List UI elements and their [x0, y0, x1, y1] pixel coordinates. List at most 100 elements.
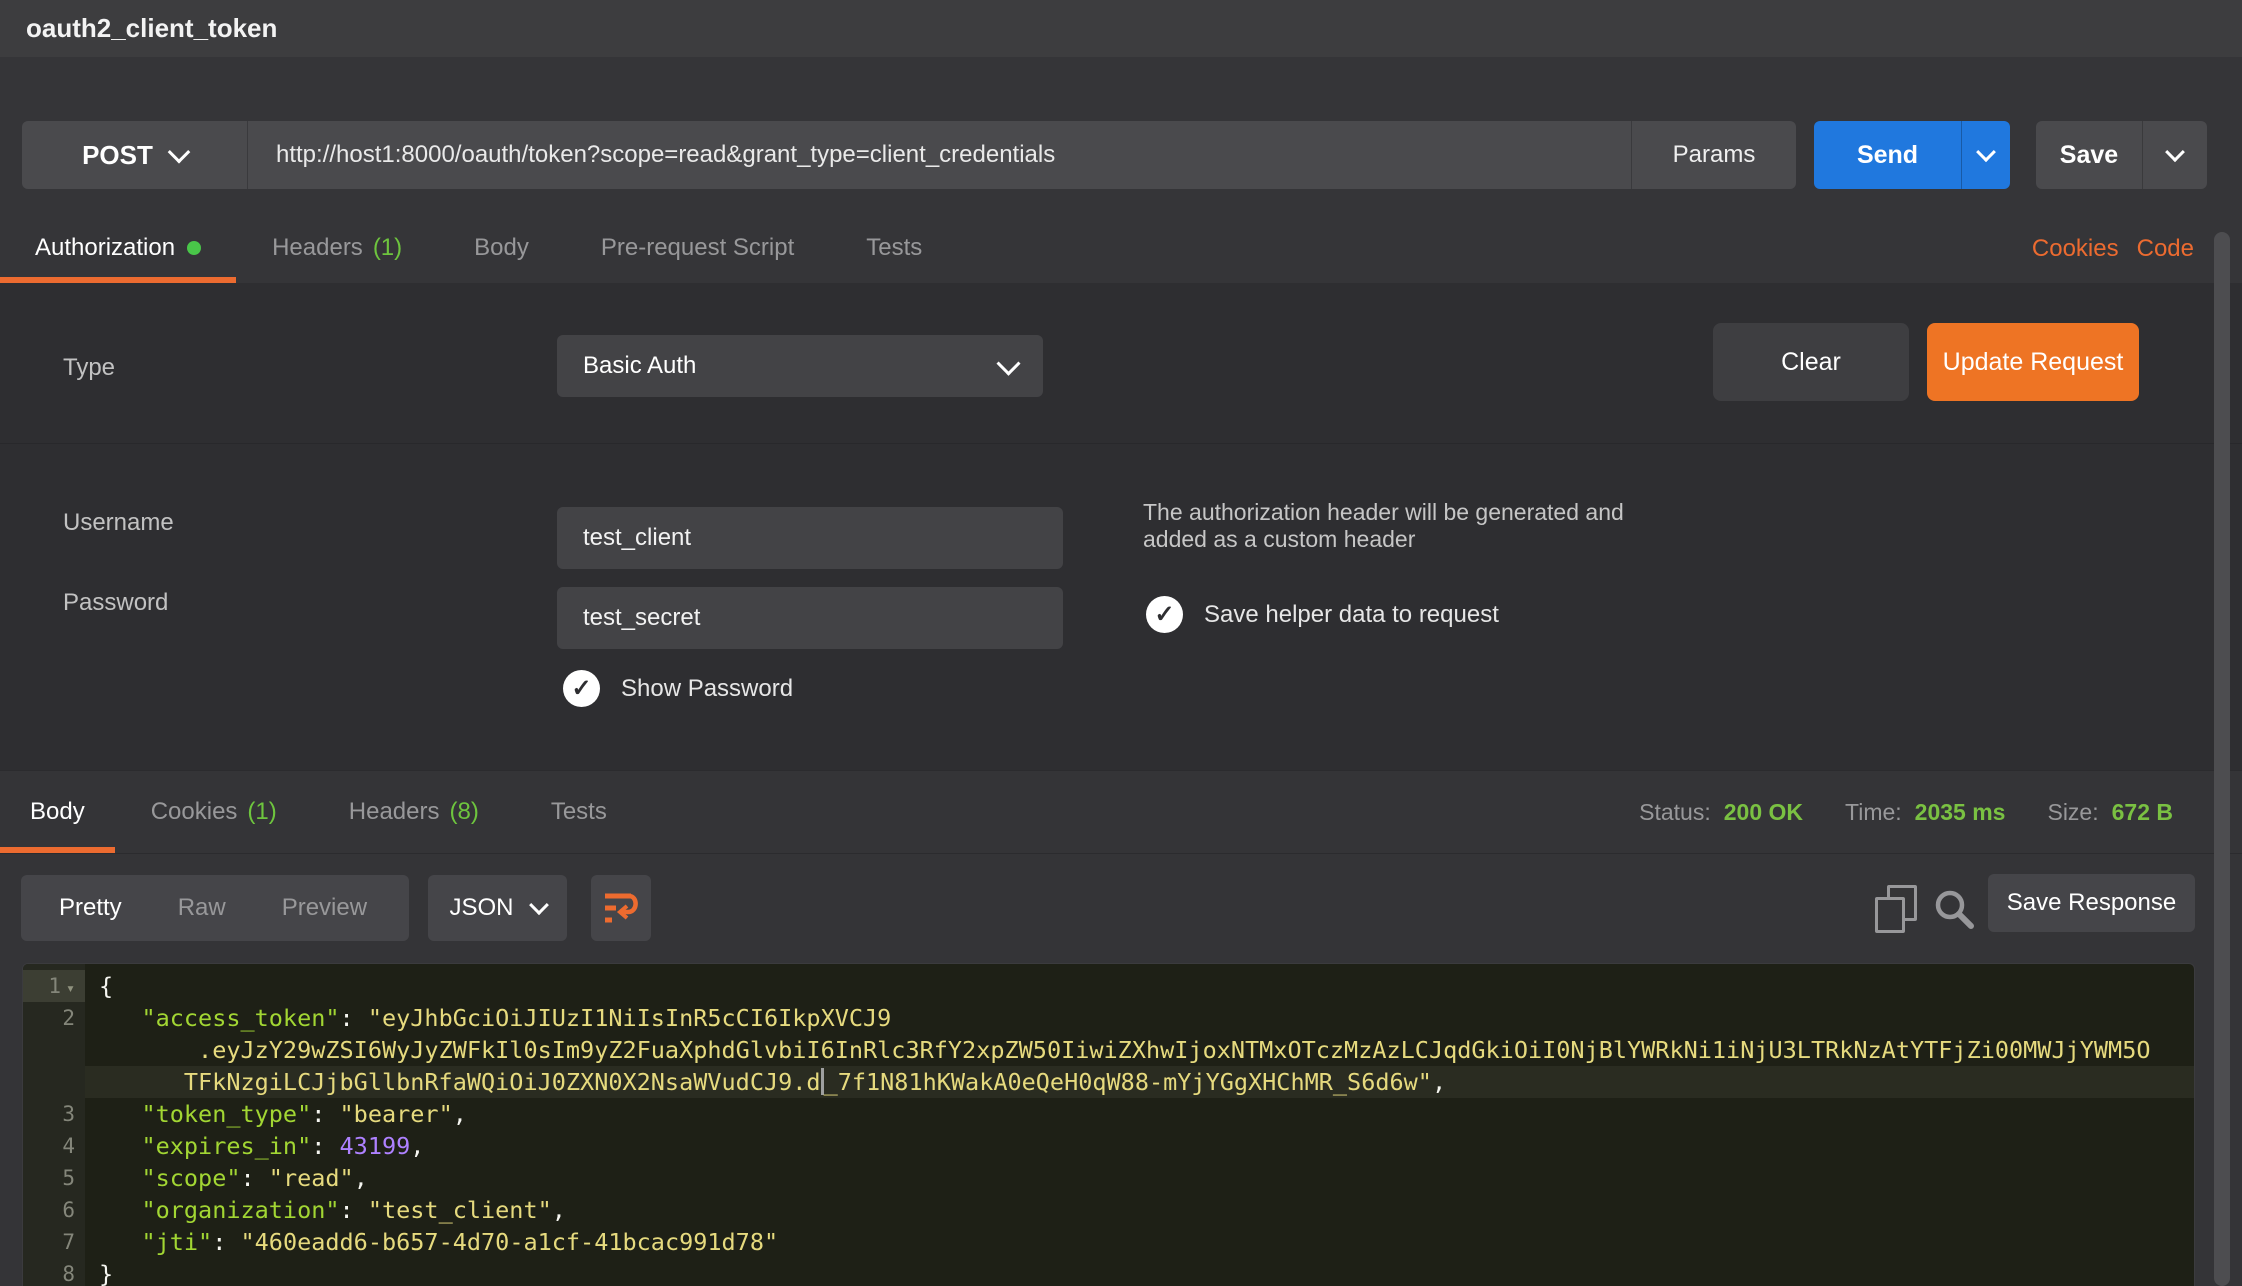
code-text[interactable]: "jti": "460eadd6-b657-4d70-a1cf-41bcac99…: [85, 1226, 2194, 1258]
line-number: 8: [62, 1262, 75, 1286]
line-number: 5: [62, 1166, 75, 1190]
check-icon: ✓: [1154, 603, 1174, 627]
code-line[interactable]: 8}: [23, 1258, 2194, 1286]
send-button-group: Send: [1814, 121, 2010, 189]
search-icon[interactable]: [1930, 885, 1978, 933]
show-password-checkbox[interactable]: ✓: [563, 670, 600, 707]
code-line[interactable]: 5 "scope": "read",: [23, 1162, 2194, 1194]
request-tab-body-label: Body: [474, 234, 529, 262]
code-text[interactable]: "expires_in": 43199,: [85, 1130, 2194, 1162]
save-helper-checkbox[interactable]: ✓: [1146, 596, 1183, 633]
send-button[interactable]: Send: [1814, 121, 1961, 189]
response-tab-cookies-label: Cookies: [151, 798, 238, 826]
view-mode-raw[interactable]: Raw: [178, 894, 226, 922]
check-icon: ✓: [571, 677, 591, 701]
request-tab-tests-label: Tests: [866, 234, 922, 262]
line-number-gutter: 7: [23, 1226, 85, 1258]
request-tab-pre-request-script-label: Pre-request Script: [601, 234, 794, 262]
code-text[interactable]: }: [85, 1258, 2194, 1286]
wrap-text-button[interactable]: [591, 875, 651, 941]
copy-icon[interactable]: [1875, 885, 1917, 933]
response-tab-cookies[interactable]: Cookies(1): [115, 771, 313, 853]
username-label: Username: [63, 509, 174, 537]
clear-button[interactable]: Clear: [1713, 323, 1909, 401]
code-text[interactable]: "scope": "read",: [85, 1162, 2194, 1194]
save-button-group: Save: [2036, 121, 2207, 189]
auth-type-select[interactable]: Basic Auth: [557, 335, 1043, 397]
chevron-down-icon: [2165, 142, 2185, 162]
status-meta: Status:200 OK: [1639, 799, 1803, 826]
cookies-link[interactable]: Cookies: [2032, 235, 2119, 263]
response-toolbar: Pretty Raw Preview JSON: [0, 853, 2242, 963]
code-text[interactable]: "token_type": "bearer",: [85, 1098, 2194, 1130]
url-input[interactable]: [248, 140, 1631, 170]
send-dropdown[interactable]: [1961, 121, 2010, 189]
line-number-gutter: 8: [23, 1258, 85, 1286]
line-number-gutter: [23, 1034, 85, 1066]
page-scrollbar[interactable]: [2214, 232, 2230, 1286]
code-line[interactable]: 4 "expires_in": 43199,: [23, 1130, 2194, 1162]
code-text[interactable]: "access_token": "eyJhbGciOiJIUzI1NiIsInR…: [85, 1002, 2194, 1034]
url-field: [247, 121, 1632, 189]
code-text[interactable]: "organization": "test_client",: [85, 1194, 2194, 1226]
line-number: 2: [62, 1006, 75, 1030]
method-label: POST: [82, 140, 153, 171]
response-tab-tests[interactable]: Tests: [515, 771, 643, 853]
save-helper-label: Save helper data to request: [1204, 601, 1499, 629]
response-tab-body[interactable]: Body: [0, 771, 115, 853]
authorization-panel: Type Basic Auth Clear Update Request Use…: [0, 283, 2242, 770]
magnifier-glyph: [1930, 885, 1978, 933]
fold-caret-icon[interactable]: ▾: [66, 979, 75, 997]
format-select[interactable]: JSON: [428, 875, 567, 941]
view-mode-preview[interactable]: Preview: [282, 894, 367, 922]
code-line[interactable]: 2 "access_token": "eyJhbGciOiJIUzI1NiIsI…: [23, 1002, 2194, 1034]
view-mode-pretty[interactable]: Pretty: [59, 894, 122, 922]
request-tabs: Authorization Headers(1) Body Pre-request S…: [0, 213, 958, 283]
chevron-down-icon: [1976, 142, 1996, 162]
line-number-gutter: 1▾: [23, 970, 85, 1002]
method-dropdown[interactable]: POST: [22, 121, 247, 189]
save-response-button[interactable]: Save Response: [1988, 874, 2195, 932]
size-meta: Size:672 B: [2047, 799, 2173, 826]
line-number-gutter: 3: [23, 1098, 85, 1130]
code-line[interactable]: 7 "jti": "460eadd6-b657-4d70-a1cf-41bcac…: [23, 1226, 2194, 1258]
code-text[interactable]: TFkNzgiLCJjbGllbnRfaWQiOiJ0ZXN0X2NsaWVud…: [85, 1066, 2194, 1098]
request-tab-authorization[interactable]: Authorization: [0, 213, 236, 283]
divider: [0, 443, 2242, 444]
auth-helper-note: The authorization header will be generat…: [1143, 499, 1624, 553]
code-text[interactable]: {: [85, 970, 2194, 1002]
size-value: 672 B: [2112, 799, 2173, 826]
url-bar: POST Params: [22, 121, 1796, 189]
code-line[interactable]: 3 "token_type": "bearer",: [23, 1098, 2194, 1130]
response-body-editor[interactable]: 1▾{2 "access_token": "eyJhbGciOiJIUzI1Ni…: [22, 963, 2195, 1286]
username-input[interactable]: [557, 507, 1063, 569]
auth-helper-note-line1: The authorization header will be generat…: [1143, 499, 1624, 526]
line-number-gutter: 4: [23, 1130, 85, 1162]
save-dropdown[interactable]: [2142, 121, 2207, 189]
time-meta: Time:2035 ms: [1845, 799, 2005, 826]
request-tab-headers[interactable]: Headers(1): [236, 213, 438, 283]
update-request-button[interactable]: Update Request: [1927, 323, 2139, 401]
params-button[interactable]: Params: [1632, 121, 1796, 189]
type-label: Type: [63, 354, 115, 382]
request-tab-body[interactable]: Body: [438, 213, 565, 283]
code-line[interactable]: .eyJzY29wZSI6WyJyZWFkIl0sIm9yZ2FuaXphdGl…: [23, 1034, 2194, 1066]
code-line[interactable]: TFkNzgiLCJjbGllbnRfaWQiOiJ0ZXN0X2NsaWVud…: [23, 1066, 2194, 1098]
header-links: Cookies Code: [2032, 235, 2194, 263]
response-tab-headers[interactable]: Headers(8): [313, 771, 515, 853]
save-helper-row: ✓ Save helper data to request: [1146, 596, 1499, 633]
code-text[interactable]: .eyJzY29wZSI6WyJyZWFkIl0sIm9yZ2FuaXphdGl…: [85, 1034, 2194, 1066]
request-tab-tests[interactable]: Tests: [830, 213, 958, 283]
request-tab-authorization-label: Authorization: [35, 234, 175, 262]
code-line[interactable]: 1▾{: [23, 970, 2194, 1002]
request-tab-pre-request-script[interactable]: Pre-request Script: [565, 213, 830, 283]
code-line[interactable]: 6 "organization": "test_client",: [23, 1194, 2194, 1226]
format-value: JSON: [449, 894, 513, 922]
request-tab-headers-count: (1): [373, 234, 402, 262]
password-input[interactable]: [557, 587, 1063, 649]
line-number: 3: [62, 1102, 75, 1126]
auth-type-value: Basic Auth: [583, 352, 696, 380]
code-link[interactable]: Code: [2137, 235, 2194, 263]
save-button[interactable]: Save: [2036, 121, 2142, 189]
response-tab-body-label: Body: [30, 798, 85, 826]
